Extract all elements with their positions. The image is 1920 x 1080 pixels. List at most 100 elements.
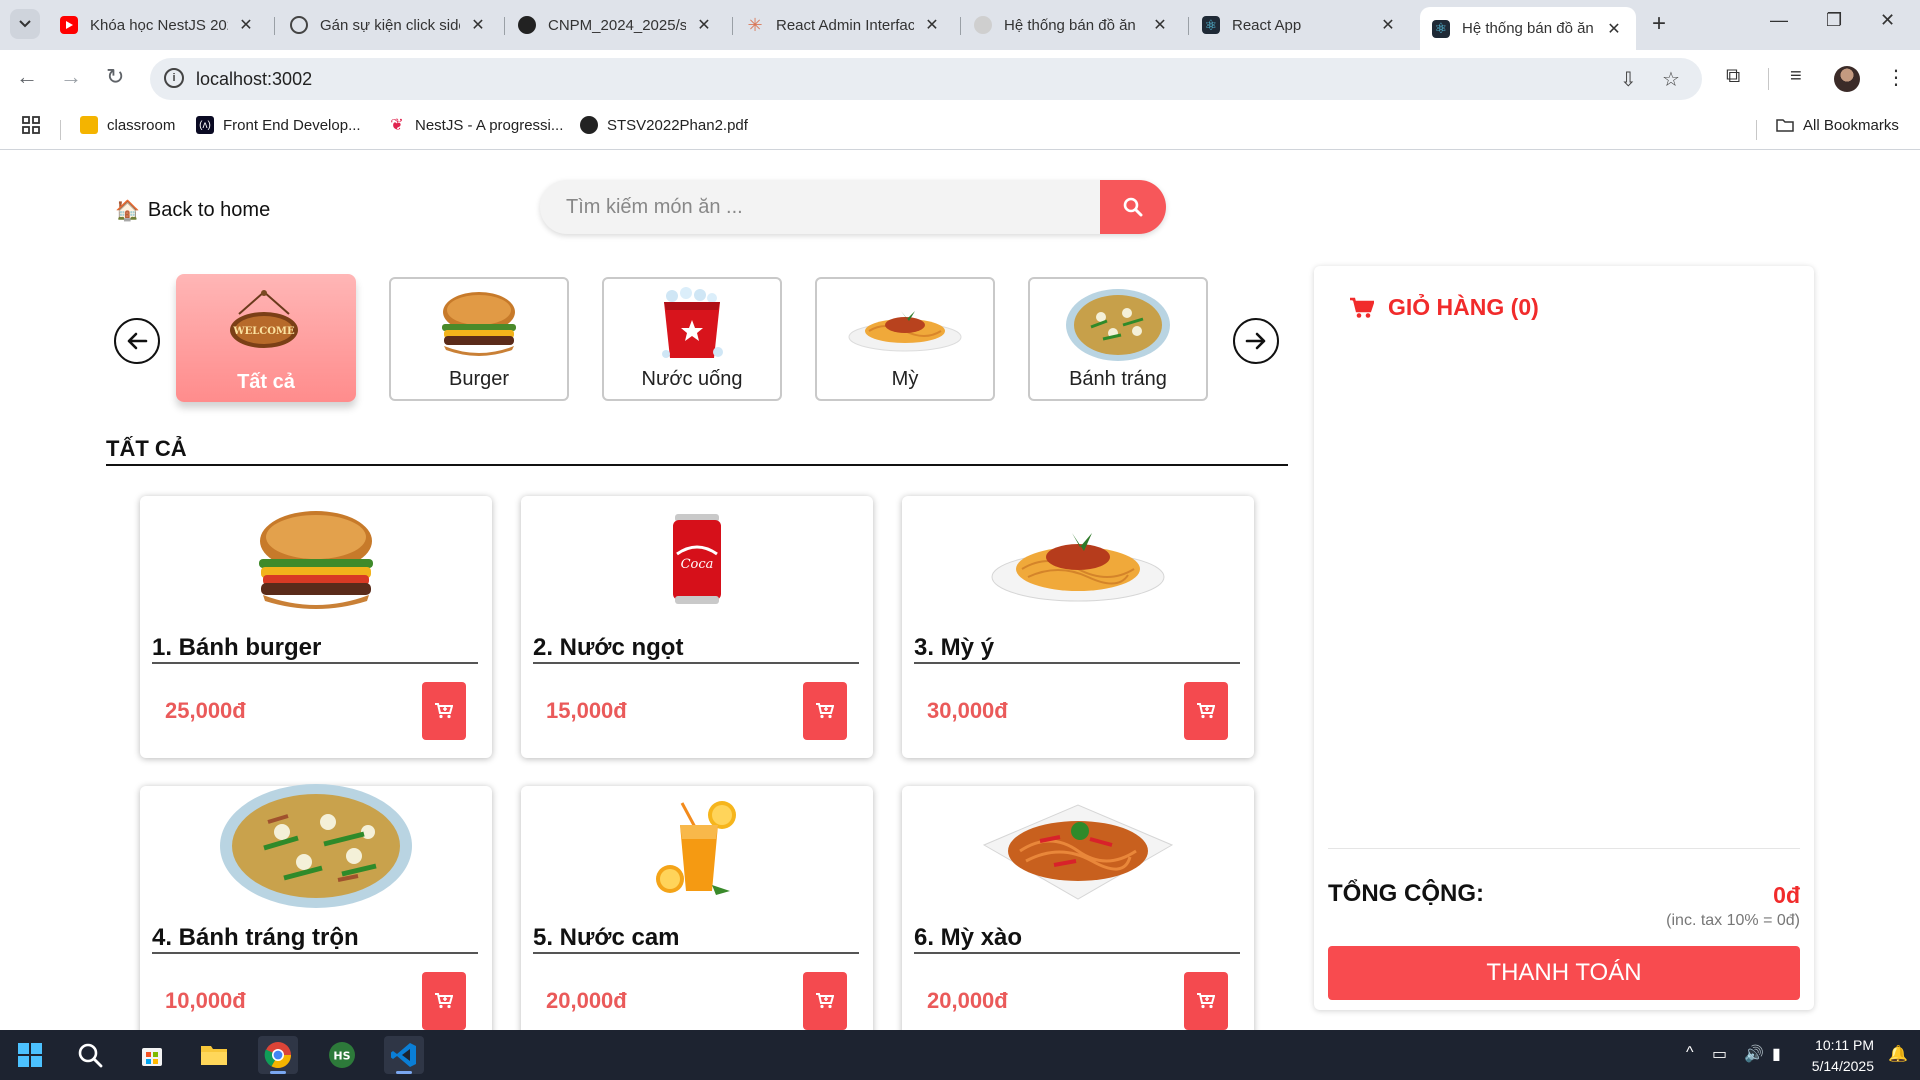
globe-icon (580, 116, 598, 134)
close-window-icon[interactable]: ✕ (1880, 10, 1895, 31)
drink-cup-icon (604, 285, 780, 365)
system-clock[interactable]: 10:11 PM 5/14/2025 (1812, 1035, 1874, 1077)
install-app-icon[interactable]: ⇩ (1620, 67, 1637, 92)
github-icon (518, 16, 536, 34)
bookmark-star-icon[interactable]: ☆ (1662, 67, 1680, 92)
display-icon[interactable]: ▭ (1712, 1044, 1727, 1064)
forward-arrow-icon[interactable]: → (60, 64, 82, 90)
total-label: TỔNG CỘNG: (1328, 880, 1484, 907)
arrow-left-icon (127, 332, 148, 350)
checkout-button[interactable]: THANH TOÁN (1328, 946, 1800, 1000)
bookmark-pdf[interactable]: STSV2022Phan2.pdf (580, 116, 748, 134)
back-to-home-link[interactable]: 🏠 Back to home (115, 198, 270, 223)
add-to-cart-button[interactable] (1184, 972, 1228, 1030)
add-cart-icon (1197, 703, 1215, 719)
close-tab-icon[interactable]: ✕ (1604, 19, 1624, 39)
add-to-cart-button[interactable] (1184, 682, 1228, 740)
category-rice-paper[interactable]: Bánh tráng (1028, 277, 1208, 401)
add-to-cart-button[interactable] (803, 682, 847, 740)
add-to-cart-button[interactable] (803, 972, 847, 1030)
product-card[interactable]: Coca 2. Nước ngọt 15,000đ (521, 496, 873, 758)
product-card[interactable]: 6. Mỳ xào 20,000đ (902, 786, 1254, 1030)
menu-kebab-icon[interactable]: ⋮ (1886, 65, 1906, 90)
category-drinks[interactable]: Nước uống (602, 277, 782, 401)
restore-icon[interactable]: ❐ (1826, 10, 1842, 31)
new-tab-plus-icon[interactable]: + (1652, 10, 1666, 38)
product-card[interactable]: 4. Bánh tráng trộn 10,000đ (140, 784, 492, 1030)
add-cart-icon (435, 993, 453, 1009)
close-tab-icon[interactable]: ✕ (922, 15, 942, 35)
tab-7-active[interactable]: ⚛ Hệ thống bán đồ ăn ✕ (1420, 7, 1636, 50)
close-tab-icon[interactable]: ✕ (1378, 15, 1398, 35)
search-input[interactable] (540, 180, 1100, 234)
search-bar (540, 180, 1166, 234)
search-button[interactable] (1100, 180, 1166, 234)
category-all[interactable]: WELCOME Tất cả (176, 274, 356, 402)
apps-grid-icon[interactable] (22, 116, 40, 134)
file-explorer-icon[interactable] (194, 1036, 234, 1074)
product-card[interactable]: 5. Nước cam 20,000đ (521, 786, 873, 1030)
burger-image (140, 504, 492, 614)
category-noodles[interactable]: Mỳ (815, 277, 995, 401)
all-bookmarks[interactable]: All Bookmarks (1776, 116, 1899, 134)
tax-note: (inc. tax 10% = 0đ) (1666, 912, 1800, 929)
bookmark-classroom[interactable]: classroom (80, 116, 175, 134)
carousel-prev-button[interactable] (114, 318, 160, 364)
close-tab-icon[interactable]: ✕ (694, 15, 714, 35)
hs-app-icon[interactable]: HS (322, 1036, 362, 1074)
welcome-sign-icon: WELCOME (176, 280, 352, 360)
cart-title: GIỎ HÀNG (0) (1350, 294, 1539, 321)
browser-toolbar: ← → ↻ i localhost:3002 ⇩ ☆ ⧉ ≡ ⋮ (0, 50, 1920, 108)
close-tab-icon[interactable]: ✕ (1150, 15, 1170, 35)
tab-4[interactable]: ✳ React Admin Interfac ✕ (734, 7, 954, 43)
add-cart-icon (1197, 993, 1215, 1009)
bookmark-nestjs[interactable]: ❦ NestJS - A progressi... (388, 116, 563, 135)
store-icon[interactable] (132, 1036, 172, 1074)
category-burger[interactable]: Burger (389, 277, 569, 401)
burger-icon (391, 285, 567, 365)
tab-2[interactable]: Gán sự kiện click side ✕ (278, 7, 500, 43)
windows-start-icon[interactable] (10, 1036, 50, 1074)
add-cart-icon (435, 703, 453, 719)
notification-bell-icon[interactable]: 🔔 (1888, 1044, 1908, 1064)
tab-3[interactable]: CNPM_2024_2025/sr ✕ (506, 7, 726, 43)
chevron-down-icon (19, 20, 31, 28)
chevron-up-icon[interactable]: ^ (1686, 1044, 1694, 1062)
product-card[interactable]: 1. Bánh burger 25,000đ (140, 496, 492, 758)
media-controls-icon[interactable]: ≡ (1790, 65, 1802, 88)
reload-icon[interactable]: ↻ (106, 64, 124, 90)
cart-panel: GIỎ HÀNG (0) TỔNG CỘNG: 0đ (inc. tax 10%… (1314, 266, 1814, 1010)
chrome-icon[interactable] (258, 1036, 298, 1074)
tab-1[interactable]: Khóa học NestJS 202 ✕ (48, 7, 268, 43)
spaghetti-icon (817, 285, 993, 365)
back-arrow-icon[interactable]: ← (16, 64, 38, 90)
vscode-icon[interactable] (384, 1036, 424, 1074)
tab-bar: Khóa học NestJS 202 ✕ Gán sự kiện click … (0, 0, 1920, 50)
section-divider (106, 464, 1288, 466)
tab-6[interactable]: ⚛ React App ✕ (1190, 7, 1410, 43)
tab-search-dropdown[interactable] (10, 9, 40, 39)
profile-avatar[interactable] (1834, 66, 1860, 92)
carousel-next-button[interactable] (1233, 318, 1279, 364)
product-card[interactable]: 3. Mỳ ý 30,000đ (902, 496, 1254, 758)
close-tab-icon[interactable]: ✕ (236, 15, 256, 35)
search-icon[interactable] (70, 1036, 110, 1074)
battery-icon[interactable]: ▮ (1772, 1044, 1781, 1064)
youtube-icon (60, 16, 78, 34)
bookmark-freecodecamp[interactable]: (ʌ) Front End Develop... (196, 116, 361, 134)
rice-paper-salad-image (140, 782, 492, 910)
site-info-icon[interactable]: i (164, 68, 184, 88)
house-icon: 🏠 (115, 200, 140, 222)
svg-text:WELCOME: WELCOME (232, 326, 295, 337)
address-bar[interactable]: i localhost:3002 ⇩ ☆ (150, 58, 1702, 100)
close-tab-icon[interactable]: ✕ (468, 15, 488, 35)
add-to-cart-button[interactable] (422, 682, 466, 740)
add-to-cart-button[interactable] (422, 972, 466, 1030)
spaghetti-image (902, 504, 1254, 614)
volume-icon[interactable]: 🔊 (1744, 1044, 1764, 1064)
minimize-icon[interactable]: — (1770, 10, 1788, 31)
add-cart-icon (816, 993, 834, 1009)
tab-5[interactable]: Hệ thống bán đồ ăn ✕ (962, 7, 1182, 43)
orange-juice-image (521, 794, 873, 904)
extensions-puzzle-icon[interactable]: ⧉ (1726, 65, 1740, 88)
